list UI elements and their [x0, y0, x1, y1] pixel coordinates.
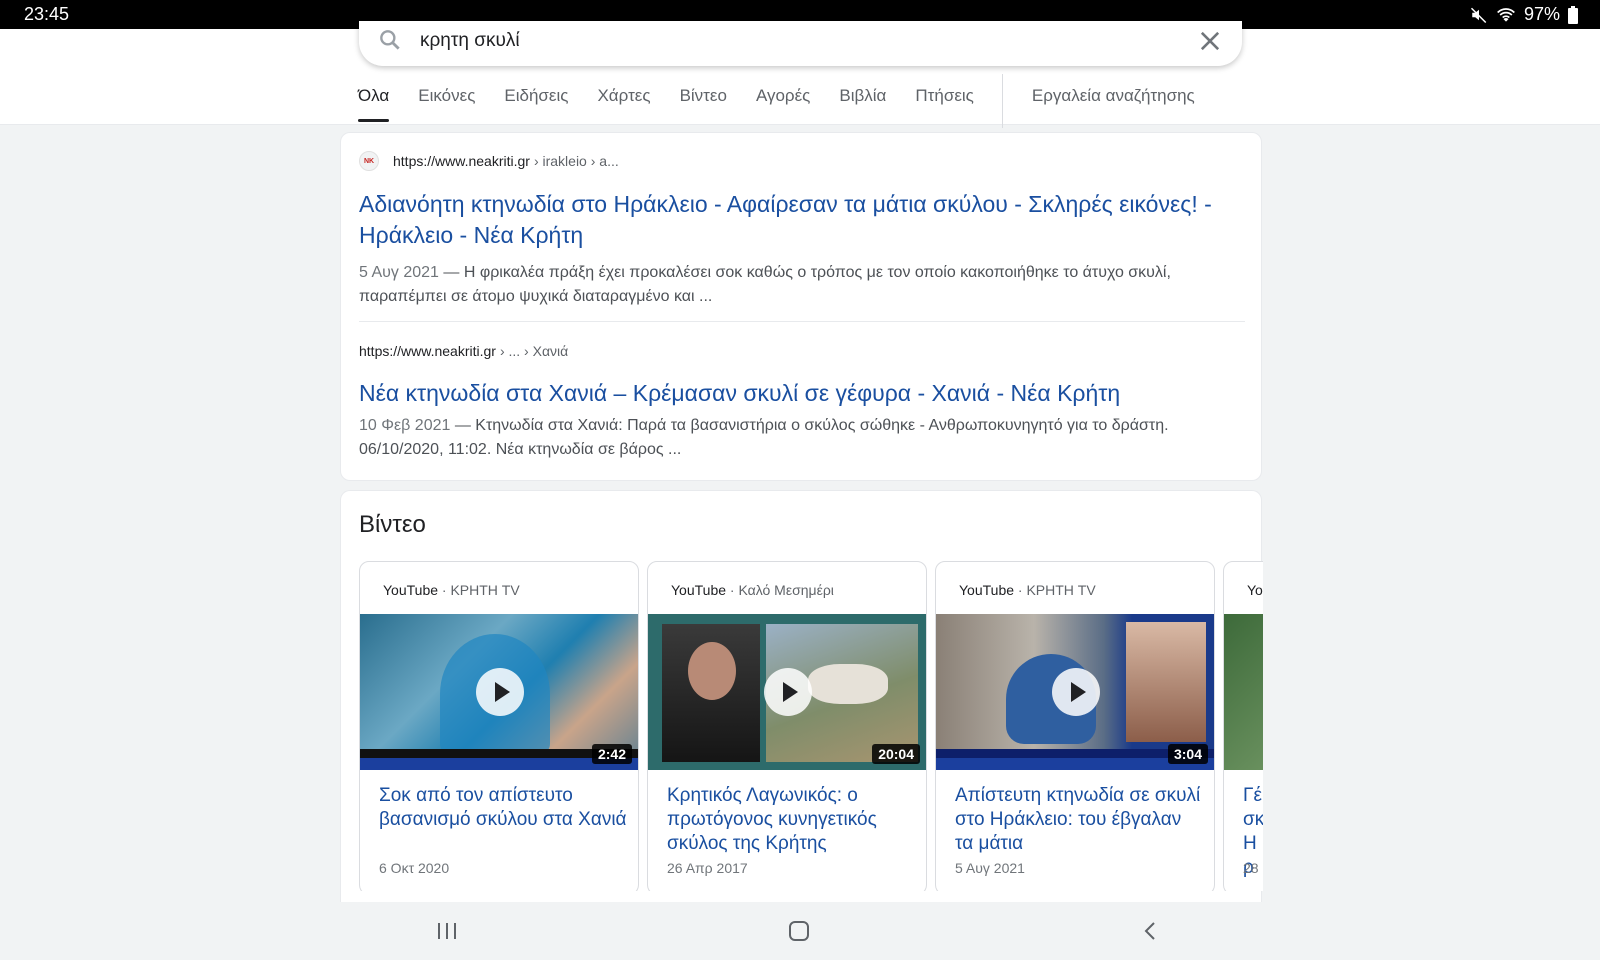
- result-title-link[interactable]: Νέα κτηνωδία στα Χανιά – Κρέμασαν σκυλί …: [359, 378, 1245, 409]
- result-path: › irakleio › a...: [533, 153, 619, 169]
- tab-flights[interactable]: Πτήσεις: [915, 86, 974, 124]
- video-card[interactable]: Yo Γέ σκ Ηρ 28: [1223, 561, 1263, 891]
- play-icon[interactable]: [476, 668, 524, 716]
- result-url[interactable]: https://www.neakriti.gr: [393, 153, 530, 169]
- tab-images[interactable]: Εικόνες: [418, 86, 475, 124]
- navigation-bar: [0, 902, 1600, 960]
- tab-shopping[interactable]: Αγορές: [756, 86, 810, 124]
- search-result: NK https://www.neakriti.gr › irakleio › …: [359, 151, 1245, 309]
- video-source: YouTube · ΚΡΗΤΗ TV: [383, 582, 520, 598]
- recent-apps-icon[interactable]: [436, 920, 458, 942]
- search-icon[interactable]: [377, 27, 403, 53]
- result-url-row[interactable]: NK https://www.neakriti.gr › irakleio › …: [359, 151, 1245, 171]
- video-date: 26 Απρ 2017: [667, 860, 748, 876]
- home-icon[interactable]: [788, 920, 810, 942]
- video-duration: 20:04: [872, 744, 920, 764]
- video-source: YouTube · Καλό Μεσημέρι: [671, 582, 834, 598]
- video-card[interactable]: YouTube · Καλό Μεσημέρι 20:04 Κρητικός Λ…: [647, 561, 927, 891]
- results-card: NK https://www.neakriti.gr › irakleio › …: [340, 132, 1262, 481]
- video-date: 6 Οκτ 2020: [379, 860, 450, 876]
- video-title-link[interactable]: Σοκ από τον απίστευτο βασανισμό σκύλου σ…: [379, 784, 627, 832]
- tabs-divider: [1001, 74, 1003, 128]
- search-input[interactable]: κρητη σκυλί: [420, 30, 520, 52]
- result-snippet: 5 Αυγ 2021 — Η φρικαλέα πράξη έχει προκα…: [359, 261, 1245, 309]
- video-carousel[interactable]: YouTube · ΚΡΗΤΗ TV 2:42 Σοκ από τον απίσ…: [359, 561, 1263, 891]
- mute-icon: [1470, 7, 1487, 23]
- play-icon[interactable]: [1052, 668, 1100, 716]
- tab-maps[interactable]: Χάρτες: [597, 86, 650, 124]
- video-thumbnail[interactable]: 3:04: [936, 614, 1214, 770]
- result-date: 10 Φεβ 2021: [359, 417, 451, 434]
- status-icons: 97%: [1470, 4, 1578, 25]
- result-divider: [359, 321, 1245, 322]
- result-date: 5 Αυγ 2021: [359, 264, 439, 281]
- search-tools-button[interactable]: Εργαλεία αναζήτησης: [1032, 86, 1195, 124]
- video-title-link[interactable]: Απίστευτη κτηνωδία σε σκυλί στο Ηράκλειο…: [955, 784, 1203, 856]
- video-duration: 3:04: [1167, 744, 1208, 764]
- video-source: YouTube · ΚΡΗΤΗ TV: [959, 582, 1096, 598]
- video-thumbnail[interactable]: 20:04: [648, 614, 926, 770]
- video-source: Yo: [1247, 582, 1263, 598]
- result-snippet: 10 Φεβ 2021 — Κτηνωδία στα Χανιά: Παρά τ…: [359, 414, 1245, 462]
- videos-heading: Βίντεο: [359, 511, 426, 538]
- videos-card: Βίντεο YouTube · ΚΡΗΤΗ TV 2:42 Σοκ από τ…: [340, 490, 1263, 910]
- battery-percent: 97%: [1523, 4, 1560, 24]
- status-time: 23:45: [24, 4, 70, 24]
- search-box[interactable]: κρητη σκυλί: [359, 21, 1242, 66]
- tab-videos[interactable]: Βίντεο: [680, 86, 727, 124]
- result-url-row[interactable]: https://www.neakriti.gr › ... › Χανιά: [359, 343, 1245, 359]
- video-card[interactable]: YouTube · ΚΡΗΤΗ TV 3:04 Απίστευτη κτηνωδ…: [935, 561, 1215, 891]
- wifi-icon: [1497, 7, 1515, 22]
- search-header: κρητη σκυλί Όλα Εικόνες Ειδήσεις Χάρτες …: [0, 21, 1600, 128]
- video-date: 28: [1243, 860, 1259, 876]
- video-date: 5 Αυγ 2021: [955, 860, 1025, 876]
- result-title-link[interactable]: Αδιανόητη κτηνωδία στο Ηράκλειο - Αφαίρε…: [359, 189, 1245, 251]
- battery-icon: [1568, 5, 1578, 24]
- video-thumbnail[interactable]: 2:42: [360, 614, 638, 770]
- result-snippet-text: — Κτηνωδία στα Χανιά: Παρά τα βασανιστήρ…: [359, 417, 1169, 458]
- video-thumbnail[interactable]: [1224, 614, 1263, 770]
- search-result: https://www.neakriti.gr › ... › Χανιά Νέ…: [359, 343, 1245, 462]
- tab-all[interactable]: Όλα: [358, 86, 390, 124]
- play-icon[interactable]: [764, 668, 812, 716]
- result-snippet-text: — Η φρικαλέα πράξη έχει προκαλέσει σοκ κ…: [359, 264, 1171, 305]
- video-card[interactable]: YouTube · ΚΡΗΤΗ TV 2:42 Σοκ από τον απίσ…: [359, 561, 639, 891]
- video-title-link[interactable]: Κρητικός Λαγωνικός: ο πρωτόγονος κυνηγετ…: [667, 784, 915, 856]
- tab-news[interactable]: Ειδήσεις: [504, 86, 568, 124]
- close-icon[interactable]: [1196, 27, 1224, 55]
- back-icon[interactable]: [1140, 920, 1162, 942]
- tab-books[interactable]: Βιβλία: [839, 86, 886, 124]
- result-url[interactable]: https://www.neakriti.gr: [359, 343, 496, 359]
- search-tabs: Όλα Εικόνες Ειδήσεις Χάρτες Βίντεο Αγορέ…: [358, 74, 1224, 128]
- site-favicon-icon: NK: [359, 151, 379, 171]
- result-path: › ... › Χανιά: [499, 343, 569, 359]
- video-duration: 2:42: [591, 744, 632, 764]
